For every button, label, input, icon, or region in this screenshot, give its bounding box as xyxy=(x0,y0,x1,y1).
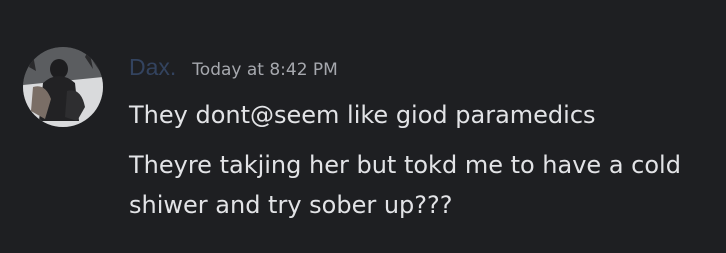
message-line: shiwer and try sober up??? xyxy=(129,191,453,219)
user-avatar[interactable] xyxy=(23,47,103,127)
author-name[interactable]: Dax. xyxy=(129,54,176,81)
message-header: Dax. Today at 8:42 PM xyxy=(129,54,338,86)
user-avatar-photo-icon xyxy=(23,47,103,127)
message-line: Theyre takjing her but tokd me to have a… xyxy=(129,151,681,179)
chat-window: Dax. Today at 8:42 PM They dont@seem lik… xyxy=(0,0,726,253)
message-line: They dont@seem like giod paramedics xyxy=(129,101,596,129)
chat-message: Dax. Today at 8:42 PM They dont@seem lik… xyxy=(0,0,726,253)
message-timestamp[interactable]: Today at 8:42 PM xyxy=(192,60,338,80)
